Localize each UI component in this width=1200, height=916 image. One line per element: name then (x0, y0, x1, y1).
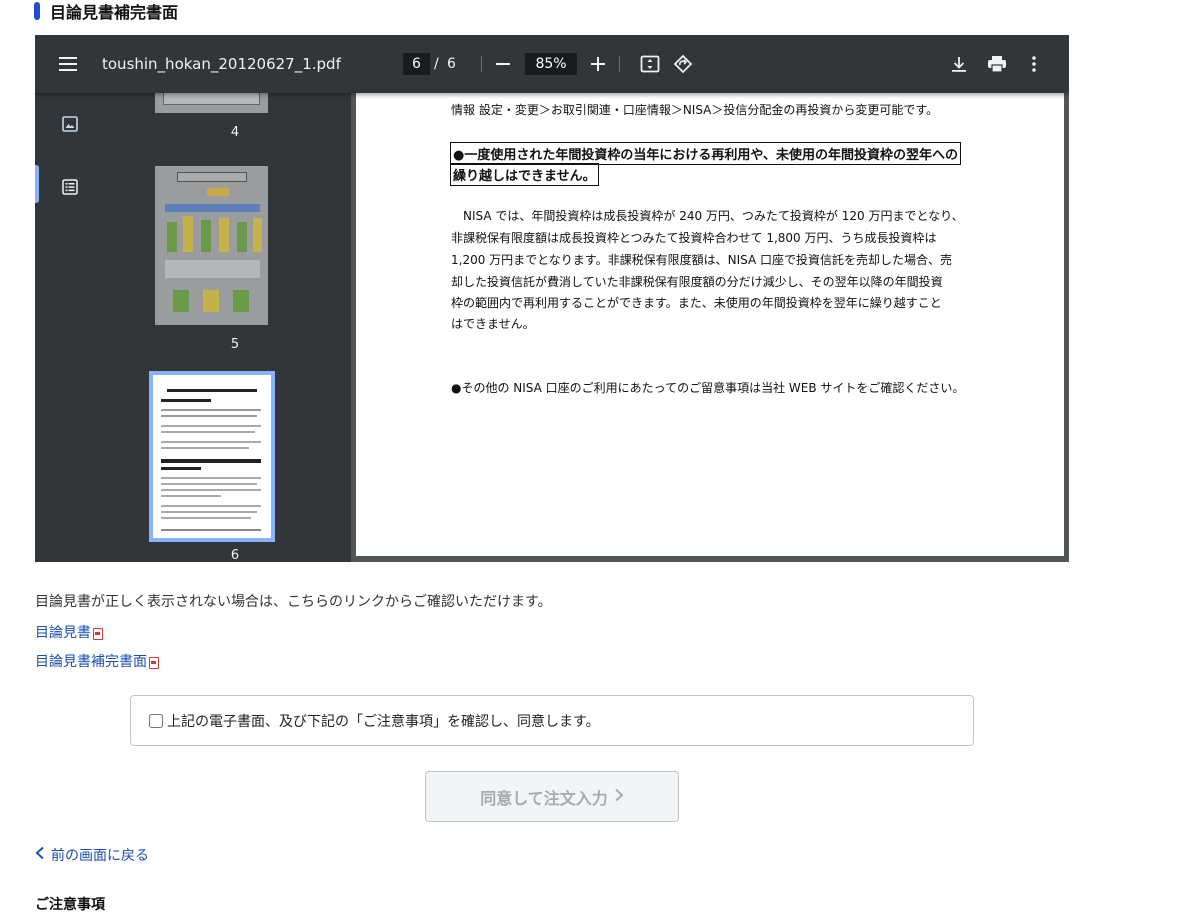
page-text-line: 情報 設定・変更＞お取引関連・口座情報＞NISA＞投信分配金の再投資から変更可能… (451, 103, 939, 117)
page-boxed-text: ●一度使用された年間投資枠の当年における再利用や、未使用の年間投資枠の翌年への (450, 142, 961, 165)
submit-button-label: 同意して注文入力 (480, 788, 608, 808)
thumbnail-label: 5 (230, 337, 240, 352)
pdf-file-icon (93, 628, 103, 640)
zoom-in-icon[interactable] (589, 55, 607, 73)
page-text-line: はできません。 (451, 317, 535, 331)
pdf-file-icon (149, 657, 159, 669)
print-icon[interactable] (986, 54, 1008, 74)
back-link-label: 前の画面に戻る (51, 848, 149, 864)
thumbnail-page-5[interactable] (155, 166, 268, 325)
page-total: 6 (447, 56, 456, 72)
viewer-sidebar (35, 93, 119, 562)
agree-checkbox[interactable] (149, 713, 163, 728)
page-number-input[interactable]: 6 (403, 53, 430, 75)
fit-to-page-icon[interactable] (639, 54, 661, 74)
prospectus-link[interactable]: 目論見書 (35, 622, 103, 642)
supplement-link[interactable]: 目論見書補完書面 (35, 651, 159, 671)
toolbar-divider (481, 56, 482, 72)
prospectus-link-label: 目論見書 (35, 625, 91, 641)
outline-view-icon[interactable] (61, 178, 79, 196)
menu-icon[interactable] (57, 54, 79, 74)
thumbnail-page-6-selected[interactable] (149, 371, 275, 542)
zoom-out-icon[interactable] (494, 55, 512, 73)
agree-and-order-button[interactable]: 同意して注文入力 (425, 771, 679, 822)
thumbnail-label: 6 (230, 548, 240, 562)
page-text-line: ●その他の NISA 口座のご利用にあたってのご留意事項は当社 WEB サイトを… (451, 381, 965, 395)
page-text-line: NISA では、年間投資枠は成長投資枠が 240 万円、つみたて投資枠が 120… (451, 209, 964, 223)
pdf-filename: toushin_hokan_20120627_1.pdf (102, 55, 341, 73)
pdf-toolbar: toushin_hokan_20120627_1.pdf 6 / 6 85% (35, 35, 1069, 93)
section-header: 目論見書補完書面 (34, 0, 178, 22)
pdf-viewer: toushin_hokan_20120627_1.pdf 6 / 6 85% 4… (35, 35, 1069, 562)
agree-label[interactable]: 上記の電子書面、及び下記の「ご注意事項」を確認し、同意します。 (167, 711, 600, 731)
supplement-link-label: 目論見書補完書面 (35, 654, 147, 670)
page-text-line: 却した投資信託が費消していた非課税保有限度額の分だけ減少し、その翌年以降の年間投… (451, 275, 943, 289)
more-options-icon[interactable] (1027, 54, 1041, 74)
fallback-note: 目論見書が正しく表示されない場合は、こちらのリンクからご確認いただけます。 (35, 594, 552, 610)
sidebar-active-indicator (35, 165, 39, 203)
rotate-icon[interactable] (672, 53, 694, 75)
thumbnail-label: 4 (230, 125, 240, 140)
caution-title: ご注意事項 (35, 897, 105, 913)
chevron-left-icon (35, 846, 45, 864)
zoom-level-input[interactable]: 85% (525, 53, 577, 75)
page-text-line: 枠の範囲内で再利用することができます。また、未使用の年間投資枠を翌年に繰り越すこ… (451, 296, 942, 310)
page-text-line: 非課税保有限度額は成長投資枠とつみたて投資枠合わせて 1,800 万円、うち成長… (451, 231, 937, 245)
thumbnail-panel: 4 5 6 (119, 93, 351, 562)
thumbnail-page-4[interactable] (155, 93, 268, 113)
agreement-box: 上記の電子書面、及び下記の「ご注意事項」を確認し、同意します。 (130, 695, 974, 746)
section-accent-bar (34, 2, 40, 20)
page-boxed-text: 繰り越しはできません。 (450, 163, 599, 186)
page-separator: / (434, 56, 439, 72)
chevron-right-icon (614, 787, 624, 806)
back-link[interactable]: 前の画面に戻る (35, 845, 149, 865)
download-icon[interactable] (949, 54, 969, 74)
page-text-line: 1,200 万円までとなります。非課税保有限度額は、NISA 口座で投資信託を売… (451, 253, 952, 267)
toolbar-divider (619, 56, 620, 72)
section-title: 目論見書補完書面 (50, 3, 179, 22)
pdf-page: 情報 設定・変更＞お取引関連・口座情報＞NISA＞投信分配金の再投資から変更可能… (356, 93, 1064, 556)
thumbnail-view-icon[interactable] (61, 115, 79, 133)
